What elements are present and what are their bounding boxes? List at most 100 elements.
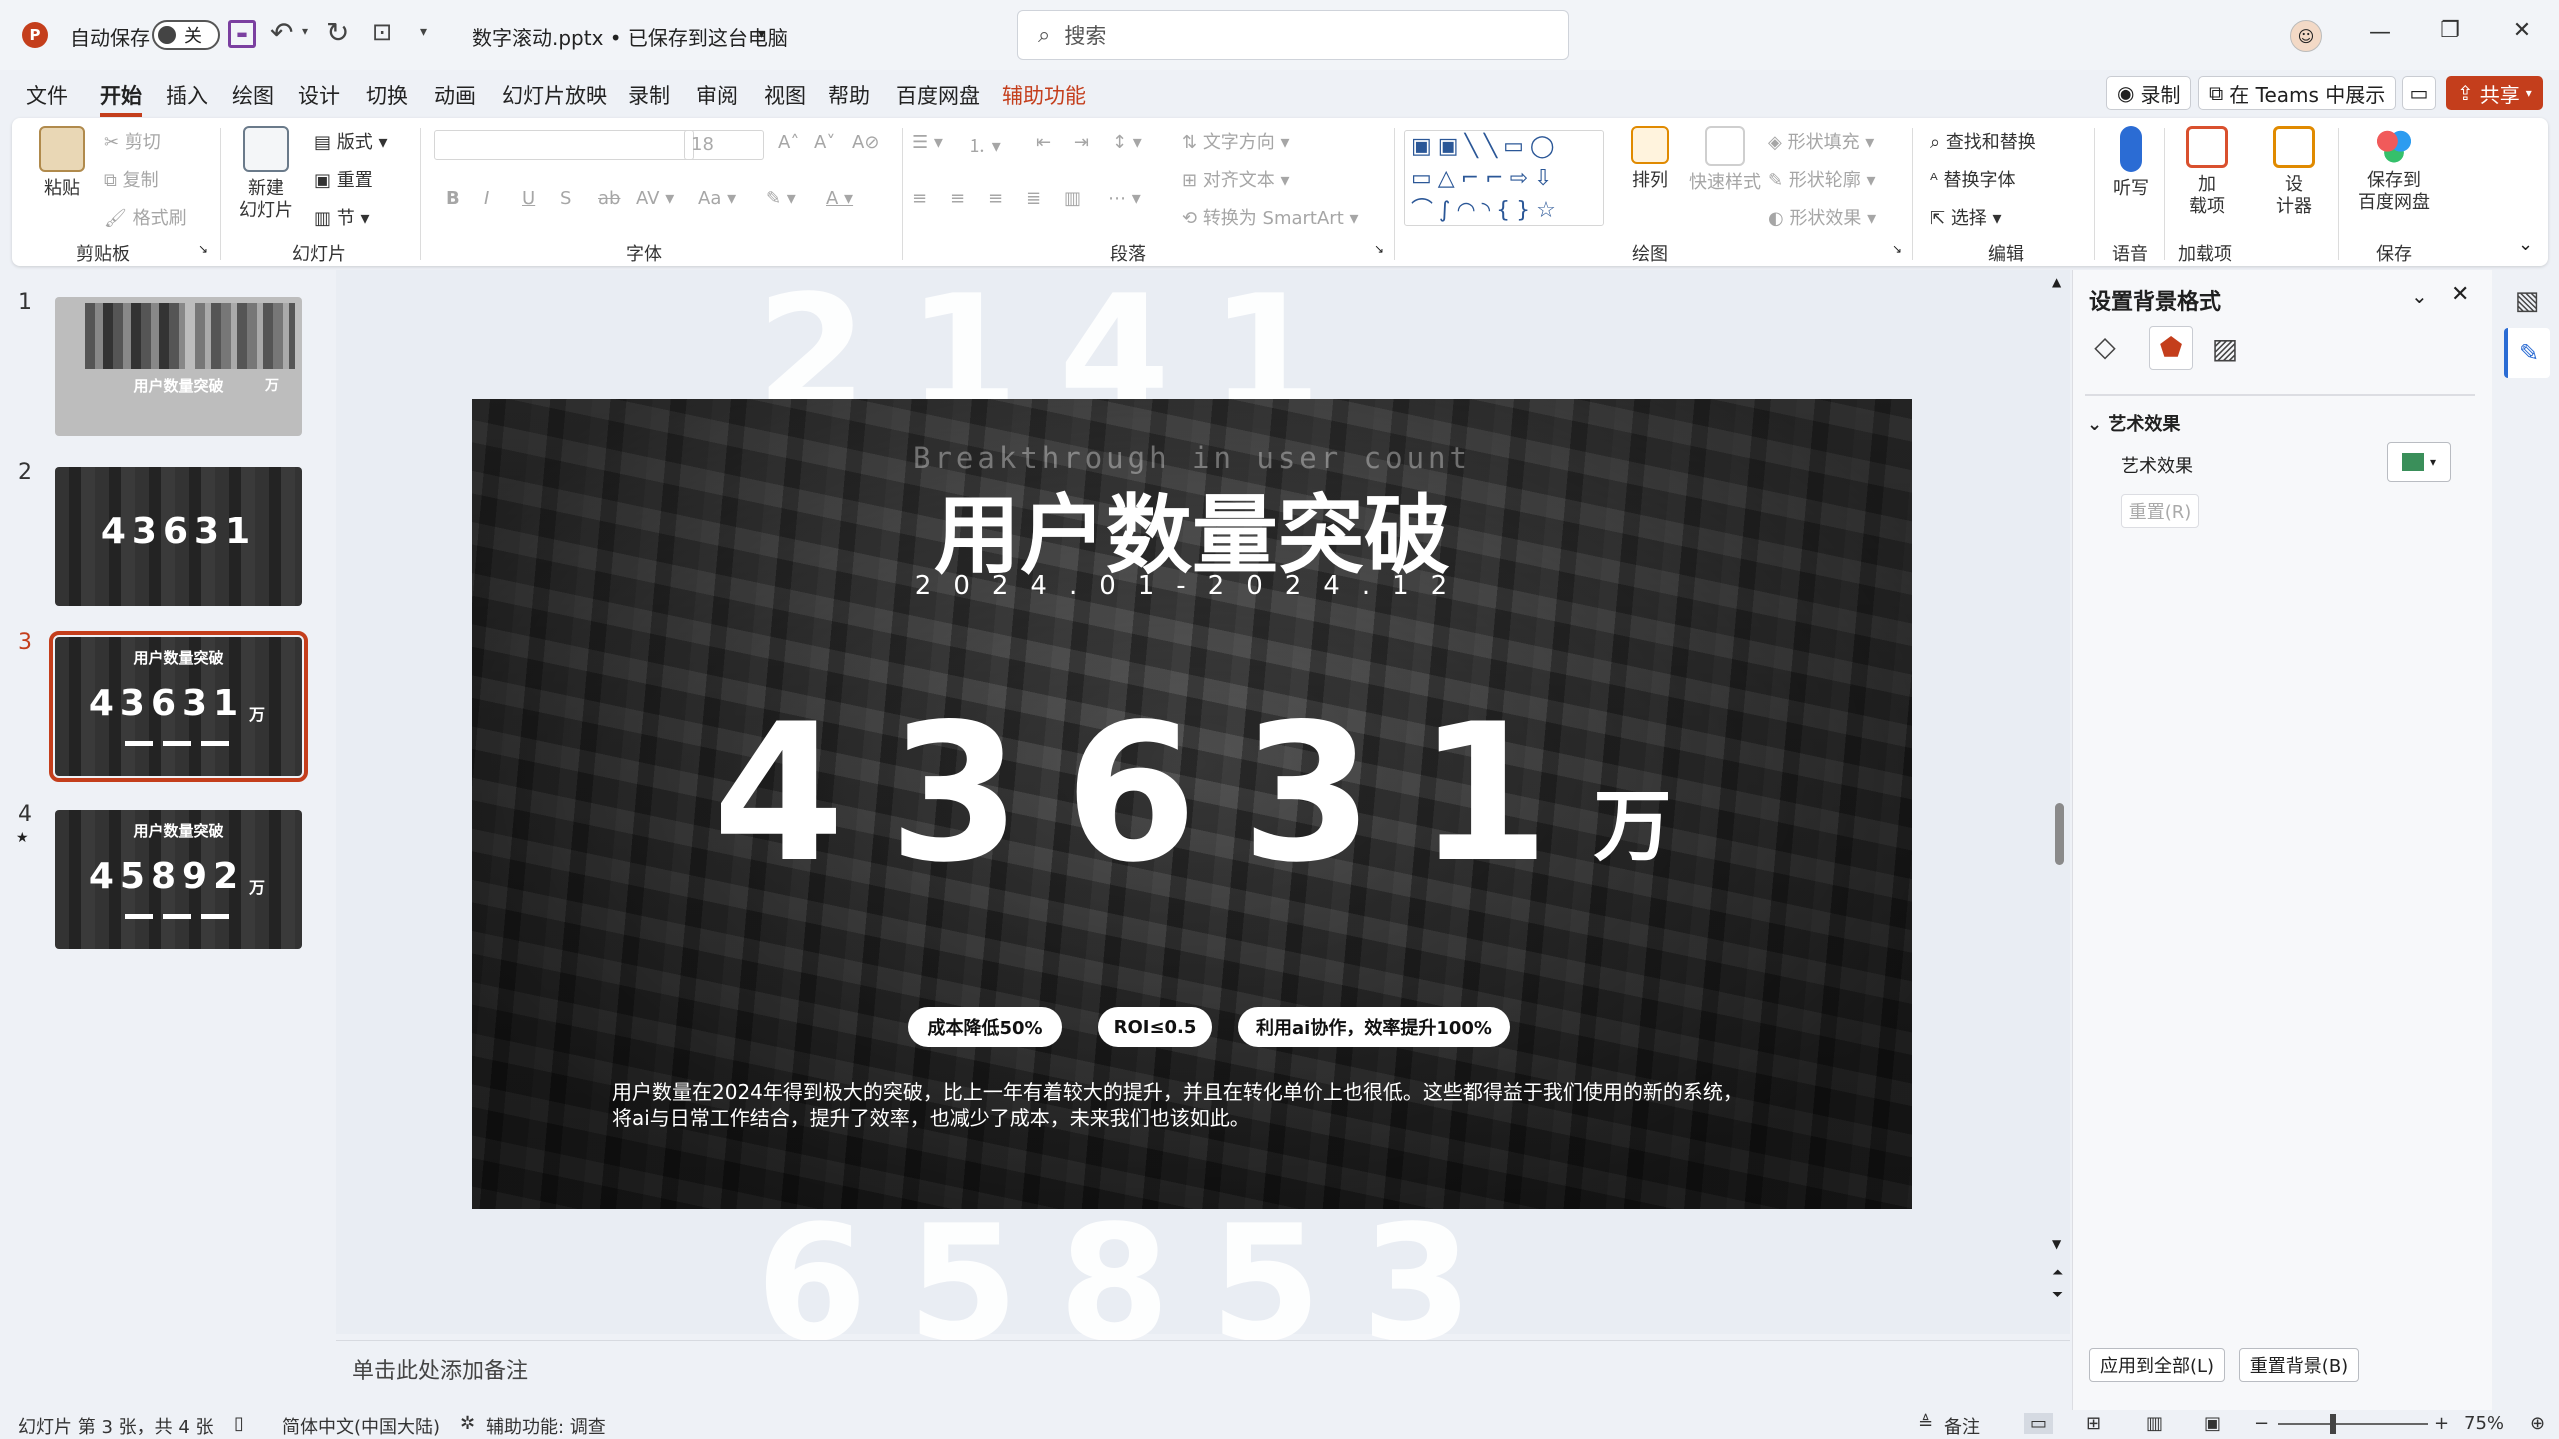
teams-present-button[interactable]: ⧉ 在 Teams 中展示 xyxy=(2198,76,2397,110)
user-avatar[interactable]: ☺ xyxy=(2290,20,2322,52)
redo-icon[interactable]: ↻ xyxy=(326,16,349,49)
maximize-icon[interactable]: ❐ xyxy=(2420,18,2480,43)
shadow-icon[interactable]: S xyxy=(560,188,571,209)
notes-toggle[interactable]: 备注 xyxy=(1944,1413,1980,1439)
zoom-slider-thumb[interactable] xyxy=(2330,1414,2336,1434)
dialog-launcher-icon[interactable]: ↘ xyxy=(1374,242,1384,256)
search-box[interactable]: ⌕ 搜索 xyxy=(1017,10,1569,60)
shape-fill-button[interactable]: ◈ 形状填充 ▾ xyxy=(1768,128,1874,154)
tab-insert[interactable]: 插入 xyxy=(166,80,208,110)
paste-button[interactable]: 粘贴 xyxy=(34,126,90,200)
title-dropdown-icon[interactable]: ▾ xyxy=(758,26,765,42)
tab-file[interactable]: 文件 xyxy=(26,80,68,110)
prev-slide-icon[interactable]: ⏶ xyxy=(2052,1265,2063,1281)
slide-big-number[interactable]: 43631万 xyxy=(472,699,1912,922)
align-left-icon[interactable]: ≡ xyxy=(912,188,927,209)
pill-roi[interactable]: ROI≤0.5 xyxy=(1098,1007,1212,1047)
dictate-button[interactable]: 听写 xyxy=(2106,126,2156,200)
share-button[interactable]: ⇪ 共享 ▾ xyxy=(2446,76,2543,110)
reset-button[interactable]: ▣ 重置 xyxy=(314,166,373,192)
font-shrink-icon[interactable]: A˅ xyxy=(814,132,835,153)
slide-thumbnail-2[interactable]: 43631 xyxy=(55,467,302,606)
shape-outline-button[interactable]: ✎ 形状轮廓 ▾ xyxy=(1768,166,1876,192)
quick-styles-button[interactable]: 快速样式 xyxy=(1680,126,1770,194)
italic-icon[interactable]: I xyxy=(484,188,489,209)
tab-home[interactable]: 开始 xyxy=(100,80,142,117)
align-right-icon[interactable]: ≡ xyxy=(988,188,1003,209)
zoom-level[interactable]: 75% xyxy=(2464,1413,2504,1434)
designer-button[interactable]: 设 计器 xyxy=(2268,126,2320,218)
tab-record[interactable]: 录制 xyxy=(628,80,670,110)
save-icon[interactable]: ▬ xyxy=(228,20,256,48)
underline-icon[interactable]: U xyxy=(522,188,535,209)
align-text-button[interactable]: ⊞ 对齐文本 ▾ xyxy=(1182,166,1290,192)
save-to-baidu-button[interactable]: 保存到 百度网盘 xyxy=(2344,126,2444,214)
cut-button[interactable]: ✂ 剪切 xyxy=(104,128,161,154)
change-case-icon[interactable]: Aa ▾ xyxy=(698,188,736,209)
collapse-ribbon-icon[interactable]: ⌄ xyxy=(2518,234,2533,255)
spellcheck-icon[interactable]: ▯ xyxy=(234,1413,244,1434)
align-center-icon[interactable]: ≡ xyxy=(950,188,965,209)
text-direction-button[interactable]: ⇅ 文字方向 ▾ xyxy=(1182,128,1290,154)
justify-icon[interactable]: ≣ xyxy=(1026,188,1041,209)
next-slide-icon[interactable]: ⏷ xyxy=(2052,1287,2063,1303)
fill-tab-icon[interactable]: ◇ xyxy=(2085,326,2125,366)
increase-indent-icon[interactable]: ⇥ xyxy=(1074,132,1089,153)
normal-view-icon[interactable]: ▭ xyxy=(2024,1413,2054,1434)
apply-to-all-button[interactable]: 应用到全部(L) xyxy=(2089,1348,2225,1382)
undo-dropdown-icon[interactable]: ▾ xyxy=(302,24,308,38)
fit-slide-icon[interactable]: ⊕ xyxy=(2530,1413,2545,1434)
pill-efficiency[interactable]: 利用ai协作，效率提升100% xyxy=(1238,1007,1510,1047)
font-family-select[interactable] xyxy=(434,130,694,160)
record-button[interactable]: ◉ 录制 xyxy=(2106,76,2192,110)
line-spacing-icon[interactable]: ↕ ▾ xyxy=(1112,132,1142,153)
strikethrough-icon[interactable]: ab xyxy=(598,188,620,209)
font-grow-icon[interactable]: A˄ xyxy=(778,132,799,153)
close-icon[interactable]: ✕ xyxy=(2492,18,2552,43)
accessibility-status[interactable]: 辅助功能: 调查 xyxy=(486,1413,606,1439)
current-slide[interactable]: Breakthrough in user count 用户数量突破 2024.0… xyxy=(472,399,1912,1209)
effects-tab-icon[interactable]: ⬟ xyxy=(2149,326,2193,370)
slide-date[interactable]: 2024.01-2024.12 xyxy=(472,571,1912,601)
tab-view[interactable]: 视图 xyxy=(764,80,806,110)
select-button[interactable]: ⇱ 选择 ▾ xyxy=(1930,204,2002,230)
slideshow-view-icon[interactable]: ▣ xyxy=(2204,1413,2221,1434)
undo-icon[interactable]: ↶ xyxy=(270,16,293,49)
zoom-slider[interactable] xyxy=(2278,1423,2428,1425)
dialog-launcher-icon[interactable]: ↘ xyxy=(198,242,208,256)
pane-options-icon[interactable]: ⌄ xyxy=(2411,284,2428,308)
highlight-icon[interactable]: ✎ ▾ xyxy=(766,188,796,209)
tab-design[interactable]: 设计 xyxy=(298,80,340,110)
tab-transitions[interactable]: 切换 xyxy=(366,80,408,110)
tab-draw[interactable]: 绘图 xyxy=(232,80,274,110)
tab-animations[interactable]: 动画 xyxy=(434,80,476,110)
scroll-down-icon[interactable]: ▼ xyxy=(2052,1237,2061,1251)
art-effects-section[interactable]: ⌄ 艺术效果 xyxy=(2087,410,2180,436)
reset-background-button[interactable]: 重置背景(B) xyxy=(2239,1348,2359,1382)
tab-review[interactable]: 审阅 xyxy=(696,80,738,110)
tab-accessibility[interactable]: 辅助功能 xyxy=(1002,80,1086,110)
section-button[interactable]: ▥ 节 ▾ xyxy=(314,204,370,230)
notes-pane[interactable]: 单击此处添加备注 xyxy=(336,1340,2070,1410)
format-painter-button[interactable]: 🖌 格式刷 xyxy=(104,204,187,230)
font-color-icon[interactable]: A ▾ xyxy=(826,188,853,209)
numbering-icon[interactable]: ⒈ ▾ xyxy=(968,132,1001,158)
language-indicator[interactable]: 简体中文(中国大陆) xyxy=(282,1413,440,1439)
scrollbar-thumb[interactable] xyxy=(2055,803,2064,865)
slide-sorter-icon[interactable]: ⊞ xyxy=(2086,1413,2101,1434)
comments-button[interactable]: ▭ xyxy=(2402,76,2436,110)
decrease-indent-icon[interactable]: ⇤ xyxy=(1036,132,1051,153)
shapes-gallery[interactable]: ▣▣╲╲▭◯ ▭△⌐⌐⇨⇩ ⌒∫◠◝{}☆ xyxy=(1404,130,1604,226)
format-background-icon[interactable]: ✎ xyxy=(2504,328,2550,378)
scroll-up-icon[interactable]: ▲ xyxy=(2052,275,2061,289)
customize-qat-icon[interactable]: ▾ xyxy=(420,24,427,40)
art-effects-dropdown[interactable]: ▾ xyxy=(2387,442,2451,482)
reading-view-icon[interactable]: ▥ xyxy=(2146,1413,2163,1434)
slide-thumbnail-3[interactable]: 用户数量突破 43631 万 xyxy=(49,631,308,782)
layout-button[interactable]: ▤ 版式 ▾ xyxy=(314,128,388,154)
minimize-icon[interactable]: — xyxy=(2350,20,2410,45)
pill-cost[interactable]: 成本降低50% xyxy=(908,1007,1062,1047)
pane-close-icon[interactable]: ✕ xyxy=(2451,282,2469,307)
copy-button[interactable]: ⧉ 复制 xyxy=(104,166,159,192)
font-size-select[interactable]: 18 xyxy=(684,130,764,160)
